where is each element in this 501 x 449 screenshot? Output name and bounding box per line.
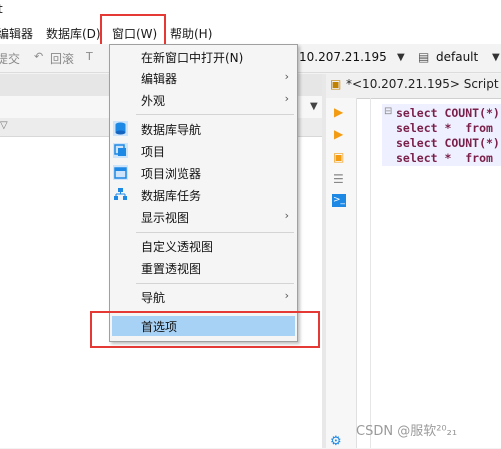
script-tab-icon: ▣: [330, 77, 342, 91]
script-tab[interactable]: *<10.207.21.195> Script: [346, 77, 499, 91]
menu-item-show-view[interactable]: 显示视图 ›: [110, 207, 297, 227]
annotation-box-preferences: [90, 311, 320, 348]
commit-button[interactable]: 提交: [0, 50, 20, 67]
menu-separator: [136, 232, 294, 233]
window-title: t: [0, 2, 3, 16]
code-line[interactable]: select * from: [396, 121, 493, 135]
database-icon: [113, 121, 128, 136]
execute-statement-icon[interactable]: ▶: [334, 105, 343, 119]
code-line[interactable]: select COUNT(*): [396, 106, 500, 120]
host-dropdown-icon[interactable]: ▼: [397, 52, 405, 63]
submenu-arrow-icon: ›: [284, 70, 289, 83]
host-selector[interactable]: 10.207.21.195: [299, 50, 387, 64]
schema-icon: ▤: [418, 50, 430, 64]
execute-new-tab-icon[interactable]: ▶: [334, 127, 343, 141]
menu-item-appearance[interactable]: 外观 ›: [110, 90, 297, 110]
code-fold-icon[interactable]: ⊟: [384, 106, 392, 117]
menu-item-reset-perspective[interactable]: 重置透视图: [110, 258, 297, 278]
menu-item-projects[interactable]: 项目: [110, 141, 297, 161]
code-line[interactable]: select * from: [396, 151, 493, 165]
menu-database[interactable]: 数据库(D): [46, 25, 101, 42]
editor-ruler: [370, 98, 371, 448]
menu-item-database-navigator[interactable]: 数据库导航: [110, 119, 297, 139]
menu-help[interactable]: 帮助(H): [170, 25, 212, 42]
menu-item-navigation[interactable]: 导航 ›: [110, 287, 297, 307]
tasks-icon: [113, 187, 128, 202]
menu-separator: [136, 114, 294, 115]
explain-plan-icon[interactable]: ☰: [333, 172, 344, 186]
code-line[interactable]: select COUNT(*): [396, 136, 500, 150]
window-menu: 在新窗口中打开(N) 编辑器 › 外观 › 数据库导航 项目 项目浏览器 数据库…: [109, 44, 298, 342]
menu-item-project-explorer[interactable]: 项目浏览器: [110, 163, 297, 183]
title-bar: t: [0, 0, 501, 22]
menu-separator: [136, 283, 294, 284]
csdn-watermark: CSDN @服软²⁰₂₁: [356, 424, 458, 439]
menu-item-editor[interactable]: 编辑器 ›: [110, 68, 297, 88]
navigator-dropdown-icon[interactable]: ▼: [310, 101, 318, 112]
settings-gear-icon[interactable]: ⚙: [330, 434, 342, 449]
menu-bar: 编辑器 数据库(D) 窗口(W) 帮助(H): [0, 22, 501, 44]
menu-item-customize-perspective[interactable]: 自定义透视图: [110, 236, 297, 256]
menu-editor[interactable]: 编辑器: [0, 25, 33, 42]
schema-selector[interactable]: default: [436, 50, 478, 64]
menu-item-open-new-window[interactable]: 在新窗口中打开(N): [110, 47, 297, 67]
project-explorer-icon: [113, 165, 128, 180]
rollback-icon[interactable]: ↶: [34, 50, 43, 63]
menu-item-database-tasks[interactable]: 数据库任务: [110, 185, 297, 205]
console-icon[interactable]: >_: [332, 194, 346, 207]
navigator-filter-icon: ▽: [0, 120, 8, 131]
submenu-arrow-icon: ›: [284, 92, 289, 105]
execute-script-icon[interactable]: ▣: [333, 150, 344, 164]
submenu-arrow-icon: ›: [284, 289, 289, 302]
annotation-box-window-menu: [100, 14, 166, 46]
schema-dropdown-icon[interactable]: ▼: [492, 52, 500, 63]
submenu-arrow-icon: ›: [284, 209, 289, 222]
rollback-button[interactable]: 回滚: [50, 50, 74, 67]
projects-icon: [113, 143, 128, 158]
transaction-icon[interactable]: T: [86, 50, 93, 63]
